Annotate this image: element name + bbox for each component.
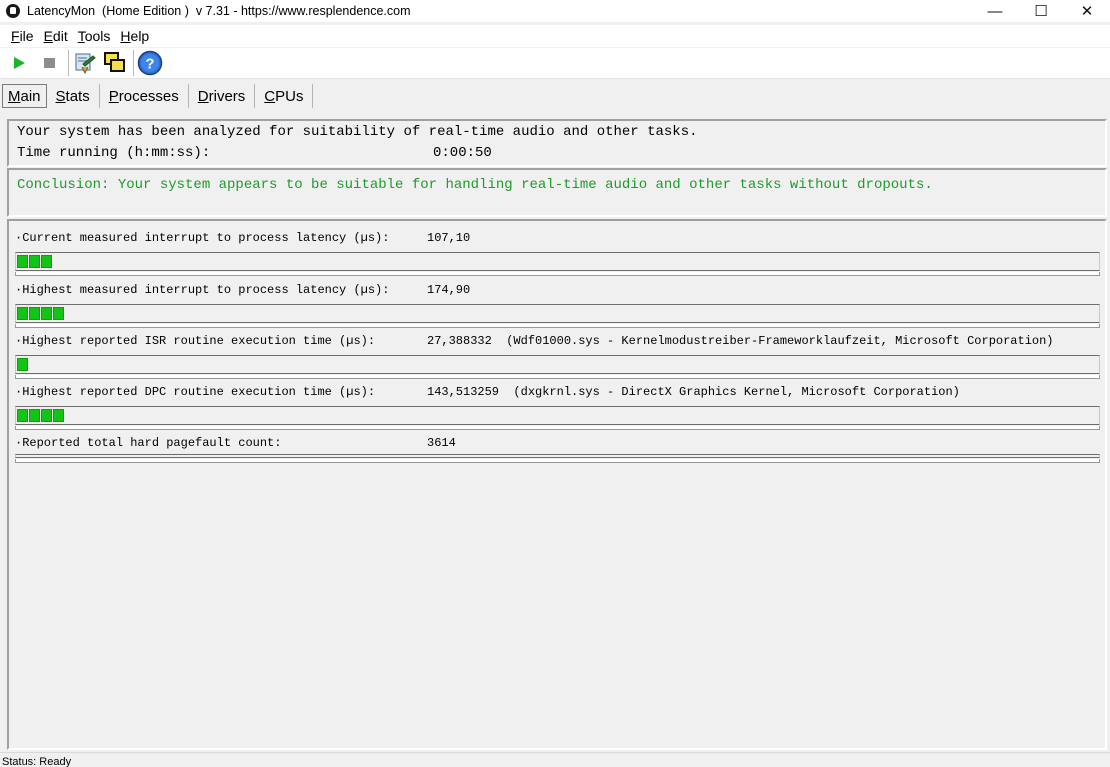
minimize-button[interactable]: — [972, 0, 1018, 22]
window-controls: — ☐ ✕ [972, 0, 1110, 22]
help-icon: ? [137, 50, 163, 76]
isr-meter [15, 355, 1100, 379]
metric-label-isr-time: ·Highest reported ISR routine execution … [15, 334, 376, 348]
title-bar: LatencyMon (Home Edition ) v 7.31 - http… [0, 0, 1110, 22]
meter-segment [53, 409, 64, 422]
metric-label-current-latency: ·Current measured interrupt to process l… [15, 231, 390, 245]
toolbar-separator [133, 50, 134, 76]
stop-icon [43, 58, 55, 68]
tab-strip: Main Stats Processes Drivers C PUs [0, 82, 314, 110]
meter-segment [41, 307, 52, 320]
metric-label-dpc-time: ·Highest reported DPC routine execution … [15, 385, 376, 399]
meter-segment [17, 307, 28, 320]
status-bar: Status: Ready [0, 752, 1110, 767]
windows-icon [104, 52, 125, 72]
toolbar-separator [68, 50, 69, 76]
menu-file[interactable]: File [6, 28, 39, 44]
menu-tools[interactable]: Tools [73, 28, 116, 44]
tab-processes[interactable]: Processes [100, 84, 189, 108]
latency-meter-highest [15, 304, 1100, 328]
play-icon [13, 57, 25, 69]
metric-value-dpc-time: 143,513259 (dxgkrnl.sys - DirectX Graphi… [427, 385, 960, 399]
menu-bar: File Edit Tools Help [0, 25, 1110, 47]
summary-panel: Your system has been analyzed for suitab… [7, 119, 1107, 167]
start-button[interactable] [6, 50, 32, 76]
toolbar: ? [0, 48, 1110, 79]
metric-value-current-latency: 107,10 [427, 231, 471, 245]
meter-segment [29, 255, 40, 268]
menu-edit[interactable]: Edit [39, 28, 73, 44]
app-icon [6, 4, 20, 18]
dpc-meter [15, 406, 1100, 430]
svg-text:?: ? [145, 56, 154, 73]
window-title: LatencyMon (Home Edition ) v 7.31 - http… [27, 4, 411, 18]
metric-label-highest-latency: ·Highest measured interrupt to process l… [15, 283, 390, 297]
tab-stats[interactable]: Stats [47, 84, 100, 108]
conclusion-panel: Conclusion: Your system appears to be su… [7, 168, 1107, 217]
metrics-panel: ·Current measured interrupt to process l… [7, 219, 1107, 750]
maximize-button[interactable]: ☐ [1018, 0, 1064, 22]
time-running-label: Time running (h:mm:ss): [17, 145, 211, 161]
menu-help[interactable]: Help [115, 28, 154, 44]
metric-value-isr-time: 27,388332 (Wdf01000.sys - Kernelmodustre… [427, 334, 1054, 348]
analyzed-text: Your system has been analyzed for suitab… [17, 124, 698, 140]
meter-segment [29, 409, 40, 422]
windows-button[interactable] [102, 50, 128, 76]
tab-cpus[interactable]: C PUs [255, 84, 314, 108]
conclusion-text: Conclusion: Your system appears to be su… [17, 177, 933, 193]
meter-segment [41, 409, 52, 422]
help-button[interactable]: ? [137, 50, 163, 76]
meter-segment [17, 358, 28, 371]
metric-label-pagefault-count: ·Reported total hard pagefault count: [15, 436, 282, 450]
metric-value-highest-latency: 174,90 [427, 283, 471, 297]
tab-drivers[interactable]: Drivers [189, 84, 256, 108]
stop-button[interactable] [36, 50, 62, 76]
close-button[interactable]: ✕ [1064, 0, 1110, 22]
meter-segment [41, 255, 52, 268]
pagefault-meter [15, 454, 1100, 463]
report-icon [75, 53, 96, 75]
status-text: Status: Ready [2, 756, 72, 767]
metric-value-pagefault-count: 3614 [427, 436, 456, 450]
meter-segment [29, 307, 40, 320]
meter-segment [53, 307, 64, 320]
time-running-value: 0:00:50 [433, 145, 492, 161]
tab-main[interactable]: Main [2, 84, 47, 108]
latency-meter-current [15, 252, 1100, 276]
report-button[interactable] [72, 50, 98, 76]
meter-segment [17, 409, 28, 422]
meter-segment [17, 255, 28, 268]
